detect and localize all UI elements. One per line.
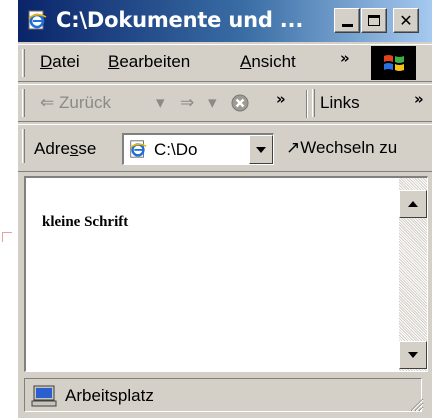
go-arrow-icon: ↗: [286, 138, 301, 157]
vertical-scrollbar[interactable]: [399, 178, 427, 371]
menu-bar: Datei Bearbeiten Ansicht »: [18, 44, 432, 82]
ie-document-icon: [28, 10, 47, 30]
links-grip[interactable]: [312, 89, 315, 117]
arrow-down-icon: [408, 352, 418, 358]
menu-ansicht-key: A: [240, 52, 252, 71]
chevron-down-icon: [256, 146, 266, 153]
toolbar-overflow-icon[interactable]: »: [276, 90, 286, 108]
stop-icon[interactable]: [230, 93, 250, 113]
my-computer-icon: [31, 385, 57, 407]
address-input[interactable]: C:\Do: [122, 133, 274, 165]
ie-document-icon: [130, 140, 147, 158]
scroll-down-button[interactable]: [399, 341, 427, 369]
standard-toolbar: ⇐ Zurück ▾ ⇒ ▾ » Links »: [18, 84, 432, 122]
address-bar: Adresse C:\Do ↗Wechseln zu: [18, 124, 432, 172]
title-bar[interactable]: C:\Dokumente und ... ✕: [18, 0, 432, 42]
toolbar-grip[interactable]: [22, 89, 25, 117]
arrow-up-icon: [408, 201, 418, 207]
toolbar-separator: [306, 90, 308, 118]
go-button[interactable]: ↗Wechseln zu: [286, 138, 397, 158]
forward-arrow-icon[interactable]: ⇒: [180, 93, 194, 113]
windows-logo-icon: [371, 46, 416, 80]
resize-grip-icon[interactable]: [408, 396, 424, 412]
close-icon: ✕: [399, 11, 413, 30]
menu-datei[interactable]: Datei: [40, 52, 80, 72]
go-label: Wechseln zu: [300, 138, 398, 157]
back-history-dropdown[interactable]: ▾: [156, 93, 165, 113]
menu-bearbeiten-rest: earbeiten: [119, 52, 191, 71]
status-zone-text: Arbeitsplatz: [65, 386, 154, 405]
menu-overflow-icon[interactable]: »: [340, 49, 350, 67]
menu-ansicht-rest: nsicht: [251, 52, 296, 71]
links-toolbar-button[interactable]: Links: [320, 93, 360, 113]
minimize-icon: [341, 24, 353, 27]
page-text: kleine Schrift: [42, 214, 129, 230]
links-overflow-icon[interactable]: »: [414, 90, 424, 108]
address-bar-grip[interactable]: [22, 129, 25, 163]
address-label: Adresse: [34, 139, 96, 159]
status-bar: Arbeitsplatz: [24, 376, 428, 414]
menu-ansicht[interactable]: Ansicht: [240, 52, 296, 72]
back-label: Zurück: [58, 93, 111, 112]
menu-bearbeiten-key: B: [108, 52, 120, 71]
status-panel: Arbeitsplatz: [24, 378, 422, 412]
address-label-pre: Adre: [34, 139, 70, 158]
window-title: C:\Dokumente und ...: [56, 8, 304, 32]
back-arrow-icon: ⇐: [40, 93, 55, 112]
menu-datei-key: D: [40, 52, 53, 71]
menu-bearbeiten[interactable]: Bearbeiten: [108, 52, 190, 72]
menu-bar-grip[interactable]: [22, 49, 25, 77]
minimize-button[interactable]: [334, 8, 360, 33]
windows-flag-icon: [383, 55, 404, 71]
maximize-button[interactable]: [361, 8, 387, 33]
address-dropdown-button[interactable]: [249, 135, 273, 164]
stray-mark: [2, 232, 12, 242]
scroll-up-button[interactable]: [399, 190, 427, 218]
maximize-icon: [368, 15, 380, 26]
forward-history-dropdown[interactable]: ▾: [208, 93, 217, 113]
browser-window: C:\Dokumente und ... ✕ Datei Bearbeiten …: [17, 0, 432, 418]
menu-datei-rest: atei: [52, 52, 80, 71]
address-value: C:\Do: [154, 140, 198, 159]
page-content[interactable]: kleine Schrift: [24, 176, 428, 372]
address-label-rest: se: [78, 139, 97, 158]
close-button[interactable]: ✕: [393, 8, 419, 33]
back-button[interactable]: ⇐ Zurück: [40, 93, 111, 113]
